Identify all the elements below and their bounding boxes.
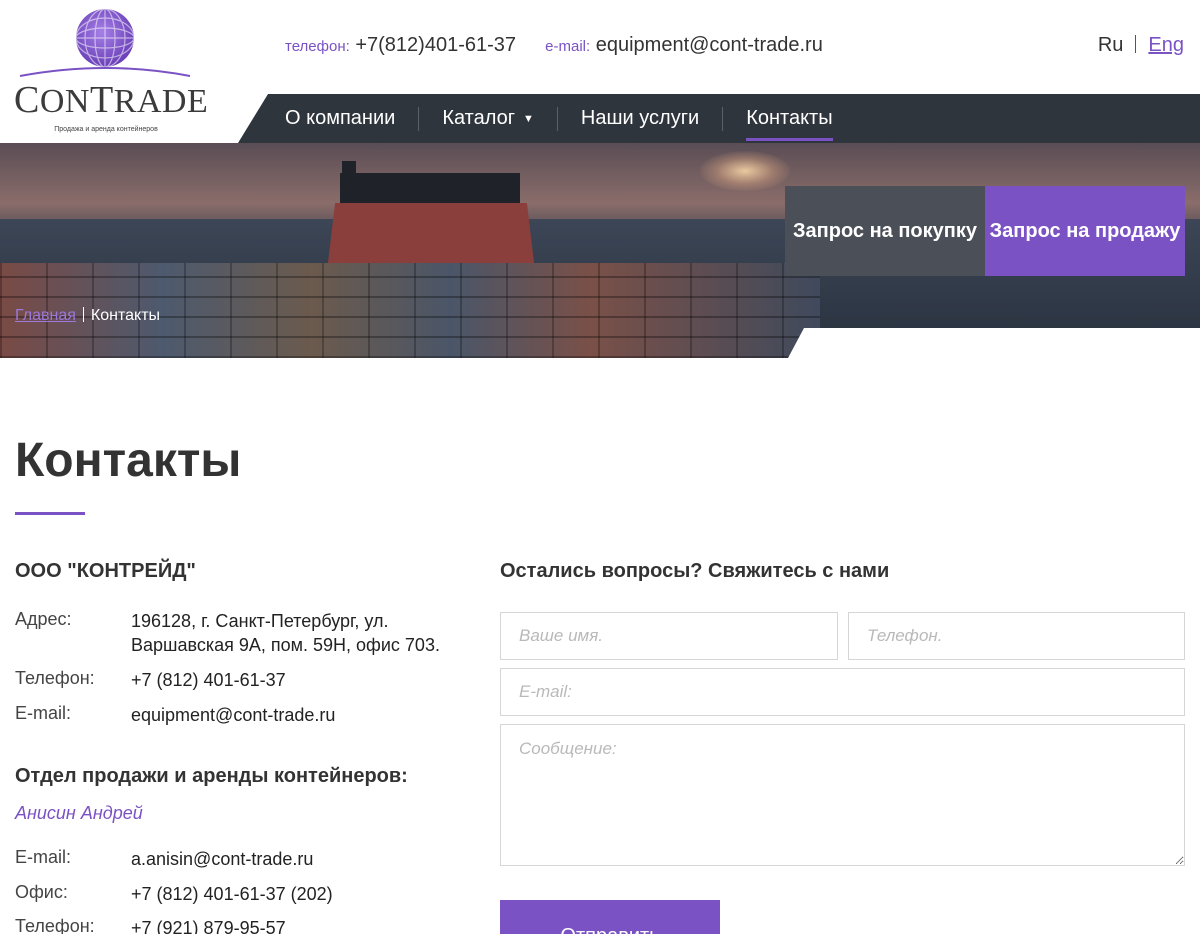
request-buy-button[interactable]: Запрос на покупку — [785, 186, 985, 276]
department-title: Отдел продажи и аренды контейнеров: — [15, 765, 408, 787]
nav-item-about[interactable]: О компании — [285, 94, 418, 143]
address-row: Адрес: 196128, г. Санкт-Петербург, ул. В… — [15, 609, 451, 657]
lang-en[interactable]: Eng — [1148, 34, 1184, 56]
title-underline — [15, 512, 85, 515]
form-title: Остались вопросы? Свяжитесь с нами — [500, 560, 890, 582]
breadcrumb-current: Контакты — [90, 307, 161, 324]
dept-phone-row: Телефон: +7 (921) 879-95-57 — [15, 916, 451, 934]
phone-row: Телефон: +7 (812) 401-61-37 — [15, 668, 451, 692]
dept-phone[interactable]: +7 (921) 879-95-57 — [131, 916, 451, 934]
dept-office-row: Офис: +7 (812) 401-61-37 (202) — [15, 882, 451, 906]
header-contacts: телефон: +7(812)401-61-37 e-mail: equipm… — [285, 34, 823, 57]
contact-person: Анисин Андрей — [15, 803, 143, 823]
breadcrumb: Главная Контакты — [15, 307, 160, 325]
email-label: e-mail: — [545, 38, 591, 55]
nav-item-contacts[interactable]: Контакты — [723, 94, 855, 143]
message-textarea[interactable] — [500, 724, 1185, 866]
contrade-logo[interactable]: CONTRADE Продажа и аренда контейнеров — [14, 8, 209, 138]
header-phone[interactable]: +7(812)401-61-37 — [355, 34, 516, 56]
logo-tagline: Продажа и аренда контейнеров — [54, 126, 158, 133]
company-address: 196128, г. Санкт-Петербург, ул. Варшавск… — [131, 611, 440, 655]
globe-logo-icon — [19, 8, 191, 77]
page-title: Контакты — [15, 434, 242, 487]
company-email[interactable]: equipment@cont-trade.ru — [131, 703, 451, 727]
email-input[interactable] — [500, 668, 1185, 716]
chevron-down-icon: ▼ — [523, 113, 534, 125]
email-row: E-mail: equipment@cont-trade.ru — [15, 703, 451, 727]
submit-button[interactable]: Отправить — [500, 900, 720, 934]
dept-email-row: E-mail: a.anisin@cont-trade.ru — [15, 847, 451, 871]
breadcrumb-home-link[interactable]: Главная — [15, 307, 76, 324]
main-nav: О компании Каталог ▼ Наши услуги Контакты — [285, 94, 856, 143]
banner-sun — [700, 151, 790, 191]
phone-label: телефон: — [285, 38, 350, 55]
company-phone[interactable]: +7 (812) 401-61-37 — [131, 668, 451, 692]
header-email[interactable]: equipment@cont-trade.ru — [596, 34, 823, 56]
logo-wordmark: CONTRADE — [14, 79, 209, 121]
company-name: ООО "КОНТРЕЙД" — [15, 560, 196, 582]
language-switcher: Ru Eng — [1098, 34, 1184, 57]
request-sell-button[interactable]: Запрос на продажу — [985, 186, 1185, 276]
lang-divider — [1135, 35, 1137, 53]
nav-item-catalog[interactable]: Каталог ▼ — [419, 94, 557, 143]
lang-ru[interactable]: Ru — [1098, 34, 1124, 56]
site-header: CONTRADE Продажа и аренда контейнеров те… — [0, 0, 1200, 143]
name-input[interactable] — [500, 612, 838, 660]
dept-email[interactable]: a.anisin@cont-trade.ru — [131, 847, 451, 871]
dept-office[interactable]: +7 (812) 401-61-37 (202) — [131, 882, 451, 906]
phone-input[interactable] — [848, 612, 1185, 660]
nav-item-services[interactable]: Наши услуги — [558, 94, 722, 143]
